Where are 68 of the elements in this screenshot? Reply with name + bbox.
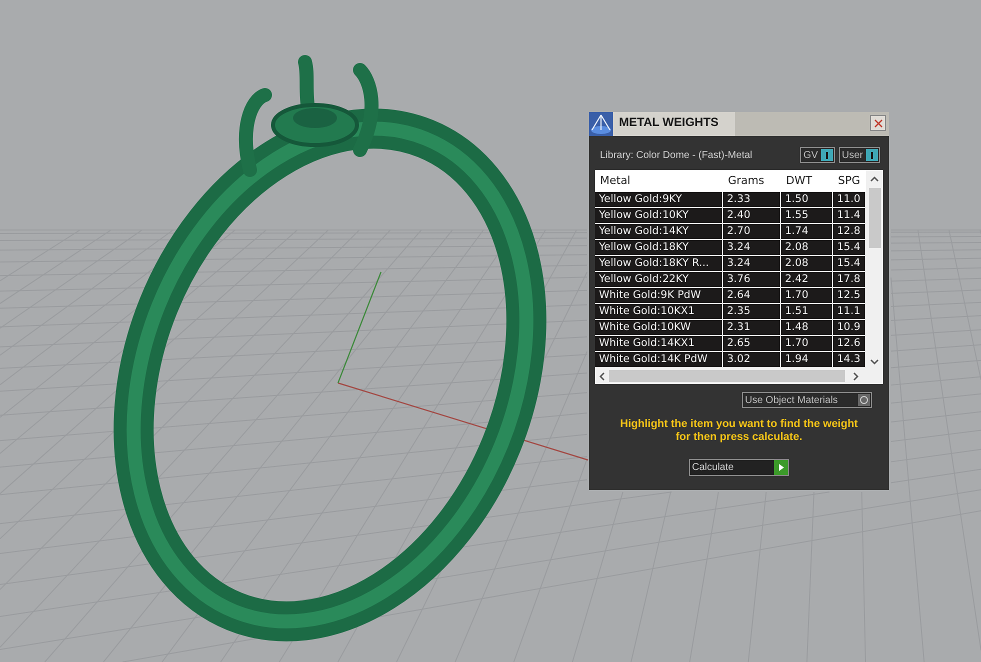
close-button[interactable] [870, 115, 886, 131]
table-cell: 2.31 [723, 320, 781, 336]
table-cell: 3.02 [723, 352, 781, 368]
column-header[interactable]: DWT [781, 170, 833, 192]
table-cell: White Gold:14K PdW [595, 352, 723, 368]
table-cell: Yellow Gold:9KY [595, 192, 723, 208]
table-cell: 1.51 [781, 304, 833, 320]
scroll-thumb[interactable] [868, 188, 880, 248]
switch-knob-icon [820, 149, 833, 161]
table-cell: Yellow Gold:14KY [595, 224, 723, 240]
scroll-thumb[interactable] [608, 370, 846, 382]
table-cell: 11.0 [833, 192, 866, 208]
scroll-up-icon [870, 176, 879, 182]
table-cell: 2.64 [723, 288, 781, 304]
table-cell: 1.48 [781, 320, 833, 336]
table-cell: Yellow Gold:22KY [595, 272, 723, 288]
table-cell: 15.4 [833, 256, 866, 272]
table-cell: 1.50 [781, 192, 833, 208]
table-cell: 3.76 [723, 272, 781, 288]
play-icon [774, 460, 788, 475]
table-cell: White Gold:10KW [595, 320, 723, 336]
table-cell: 11.4 [833, 208, 866, 224]
table-cell: 1.74 [781, 224, 833, 240]
instruction-text: Highlight the item you want to find the weight for then press calculate. [619, 418, 859, 444]
table-cell: 12.6 [833, 336, 866, 352]
scroll-down-icon [870, 359, 879, 365]
table-cell: 2.70 [723, 224, 781, 240]
calculate-button[interactable]: Calculate [689, 459, 789, 476]
table-cell: 3.24 [723, 256, 781, 272]
table-cell: 2.08 [781, 240, 833, 256]
column-header[interactable]: Metal [595, 170, 723, 192]
library-label: Library: Color Dome - (Fast)-Metal [600, 148, 752, 162]
column-header[interactable]: SPG [833, 170, 866, 192]
window-title: METAL WEIGHTS [613, 112, 735, 136]
table-cell: Yellow Gold:10KY [595, 208, 723, 224]
option-toggle[interactable]: User [838, 147, 880, 163]
table-cell: 15.4 [833, 240, 866, 256]
table-cell: 11.1 [833, 304, 866, 320]
table-cell: 14.3 [833, 352, 866, 368]
table-cell: White Gold:9K PdW [595, 288, 723, 304]
table-cell: 2.65 [723, 336, 781, 352]
table-cell: 2.42 [781, 272, 833, 288]
close-icon [874, 118, 882, 128]
table-cell: 1.70 [781, 288, 833, 304]
table-cell: 10.9 [833, 320, 866, 336]
table-cell: Yellow Gold:18KY R... [595, 256, 723, 272]
circle-icon [858, 394, 870, 406]
table-cell: Yellow Gold:18KY [595, 240, 723, 256]
scroll-right-icon [853, 372, 859, 380]
use-object-materials-toggle[interactable]: Use Object Materials [742, 392, 872, 408]
table-cell: 2.33 [723, 192, 781, 208]
table-cell: White Gold:10KX1 [595, 304, 723, 320]
table-cell: 1.55 [781, 208, 833, 224]
table-cell: 12.8 [833, 224, 866, 240]
cone-logo-icon [589, 112, 613, 136]
switch-knob-icon [866, 149, 878, 161]
option-toggle[interactable]: GV [800, 147, 835, 163]
table-cell: 3.24 [723, 240, 781, 256]
table-cell: 1.94 [781, 352, 833, 368]
table-cell: 1.70 [781, 336, 833, 352]
column-header[interactable]: Grams [723, 170, 781, 192]
table-cell: 17.8 [833, 272, 866, 288]
table-cell: 2.08 [781, 256, 833, 272]
table-cell: White Gold:14KX1 [595, 336, 723, 352]
scroll-left-icon [599, 372, 605, 380]
table-cell: 12.5 [833, 288, 866, 304]
table-cell: 2.40 [723, 208, 781, 224]
table-cell: 2.35 [723, 304, 781, 320]
